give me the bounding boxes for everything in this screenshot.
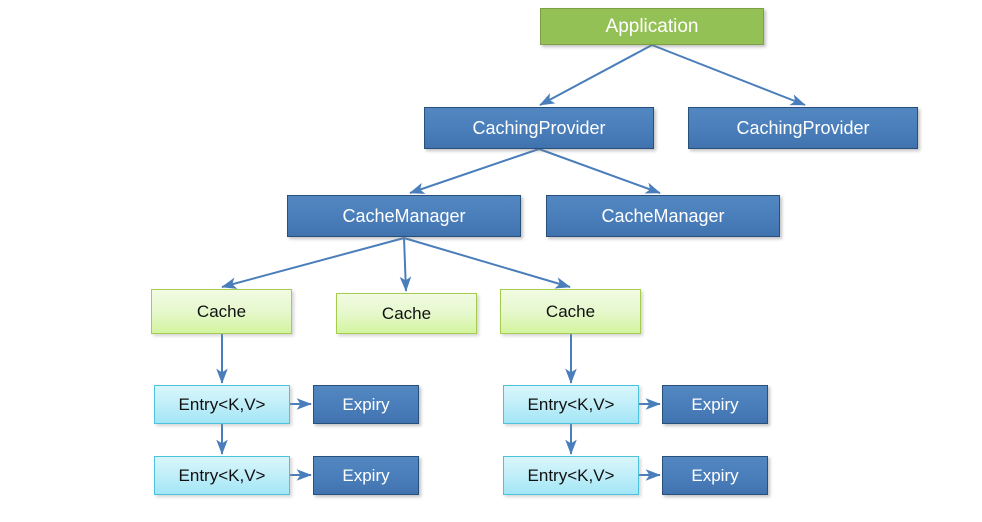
node-manager_right[interactable]: CacheManager <box>546 195 780 237</box>
node-label-provider_right: CachingProvider <box>736 118 870 138</box>
node-label-expiry_r2: Expiry <box>691 466 739 485</box>
node-expiry_l1[interactable]: Expiry <box>313 385 419 424</box>
node-label-entry_l2: Entry<K,V> <box>178 466 266 485</box>
node-label-application: Application <box>605 16 699 37</box>
node-manager_left[interactable]: CacheManager <box>287 195 521 237</box>
node-label-expiry_l1: Expiry <box>342 395 390 414</box>
node-cache_1[interactable]: Cache <box>151 289 292 334</box>
edge-layer <box>216 44 806 481</box>
node-entry_r1[interactable]: Entry<K,V> <box>503 385 639 424</box>
node-label-cache_3: Cache <box>545 302 596 321</box>
node-application[interactable]: Application <box>540 8 764 45</box>
node-expiry_r2[interactable]: Expiry <box>662 456 768 495</box>
node-entry_l2[interactable]: Entry<K,V> <box>154 456 290 495</box>
node-entry_l1[interactable]: Entry<K,V> <box>154 385 290 424</box>
node-label-expiry_l2: Expiry <box>342 466 390 485</box>
node-provider_left[interactable]: CachingProvider <box>424 107 654 149</box>
node-label-manager_left: CacheManager <box>342 206 466 226</box>
node-label-provider_left: CachingProvider <box>472 118 606 138</box>
node-cache_3[interactable]: Cache <box>500 289 641 334</box>
node-label-cache_1: Cache <box>196 302 247 321</box>
node-label-cache_2: Cache <box>381 304 432 323</box>
node-label-expiry_r1: Expiry <box>691 395 739 414</box>
connector-arrow-application-to-provider_left <box>539 44 653 106</box>
node-label-entry_l1: Entry<K,V> <box>178 395 266 414</box>
node-expiry_r1[interactable]: Expiry <box>662 385 768 424</box>
connector-arrow-manager_left-to-cache_2 <box>399 237 412 292</box>
connector-arrow-manager_left-to-cache_1 <box>221 237 405 289</box>
node-label-entry_r1: Entry<K,V> <box>527 395 615 414</box>
node-provider_right[interactable]: CachingProvider <box>688 107 918 149</box>
node-label-manager_right: CacheManager <box>601 206 725 226</box>
architecture-diagram: Application CachingProvider CachingProvide… <box>0 0 982 522</box>
node-cache_2[interactable]: Cache <box>336 293 477 334</box>
node-entry_r2[interactable]: Entry<K,V> <box>503 456 639 495</box>
connector-arrow-application-to-provider_right <box>651 44 806 106</box>
node-label-entry_r2: Entry<K,V> <box>527 466 615 485</box>
node-expiry_l2[interactable]: Expiry <box>313 456 419 495</box>
connector-arrow-manager_left-to-cache_3 <box>403 237 571 289</box>
connector-arrow-provider_left-to-manager_left <box>409 148 540 194</box>
connector-arrow-provider_left-to-manager_right <box>538 148 661 194</box>
